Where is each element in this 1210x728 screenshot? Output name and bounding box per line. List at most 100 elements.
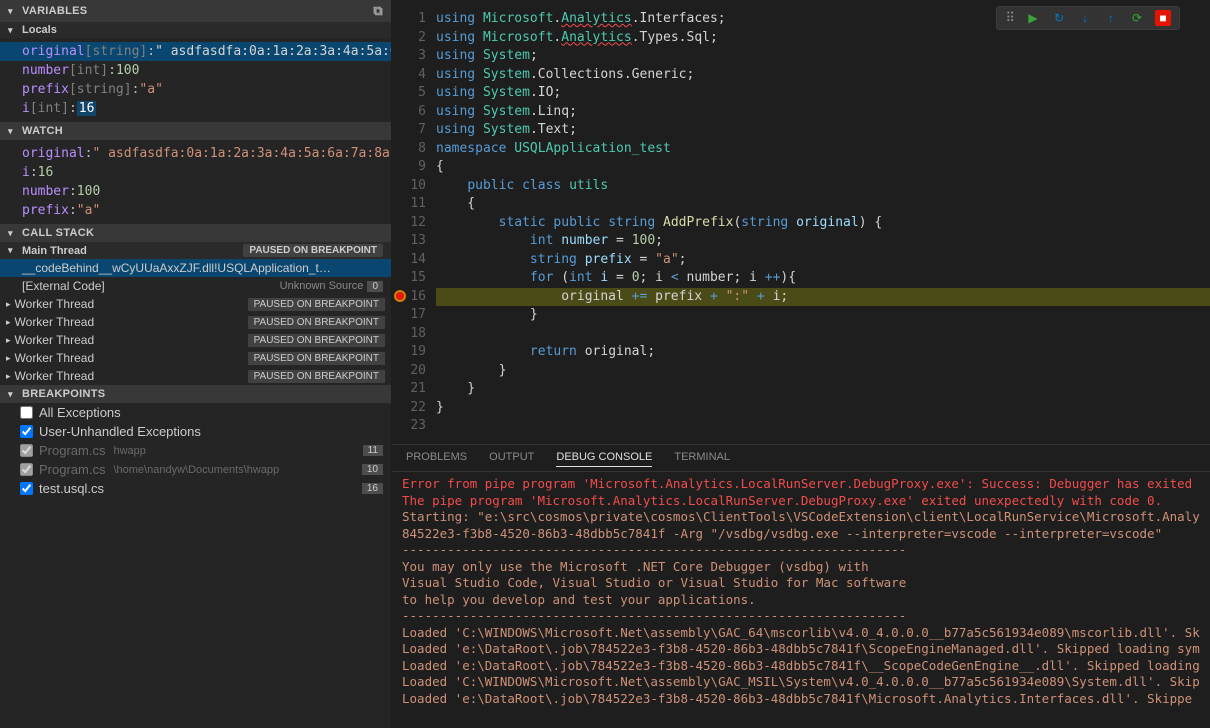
code-line[interactable]: using Microsoft.Analytics.Types.Sql; (436, 29, 1210, 48)
watch-row[interactable]: original: " asdfasdfa:0a:1a:2a:3a:4a:5a:… (0, 144, 391, 163)
drag-handle-icon[interactable]: ⠿ (1005, 10, 1015, 26)
continue-button[interactable]: ▶ (1025, 10, 1041, 26)
tab-debug-console[interactable]: DEBUG CONSOLE (556, 451, 652, 467)
code-line[interactable]: { (436, 158, 1210, 177)
stack-frame[interactable]: __codeBehind__wCyUUaAxxZJF.dll!USQLAppli… (0, 259, 391, 277)
console-line: You may only use the Microsoft .NET Core… (402, 559, 1200, 576)
code-line[interactable] (436, 417, 1210, 436)
variable-row[interactable]: prefix [string]: "a" (0, 80, 391, 99)
variables-header[interactable]: ▾ VARIABLES ⧉ (0, 0, 391, 22)
code-line[interactable]: static public string AddPrefix(string or… (436, 214, 1210, 233)
variable-row[interactable]: original [string]: " asdfasdfa:0a:1a:2a:… (0, 42, 391, 61)
stop-button[interactable]: ■ (1155, 10, 1171, 26)
breakpoints-list: All ExceptionsUser-Unhandled ExceptionsP… (0, 403, 391, 498)
code-line[interactable]: using System.IO; (436, 84, 1210, 103)
breakpoint-row[interactable]: Program.cs\home\nandyw\Documents\hwapp10 (0, 460, 391, 479)
code-line[interactable]: { (436, 195, 1210, 214)
code-line[interactable]: string prefix = "a"; (436, 251, 1210, 270)
worker-thread-row[interactable]: ▸Worker ThreadPAUSED ON BREAKPOINT (0, 367, 391, 385)
callstack-header[interactable]: ▾ CALL STACK (0, 224, 391, 242)
code-line[interactable]: original += prefix + ":" + i; (436, 288, 1210, 307)
console-line: Loaded 'e:\DataRoot\.job\784522e3-f3b8-4… (402, 691, 1200, 708)
tab-terminal[interactable]: TERMINAL (674, 451, 730, 467)
step-over-button[interactable]: ↻ (1051, 10, 1067, 26)
breakpoints-title: BREAKPOINTS (22, 388, 105, 400)
chevron-down-icon: ▾ (8, 25, 18, 36)
console-line: Starting: "e:\src\cosmos\private\cosmos\… (402, 509, 1200, 526)
thread-status: PAUSED ON BREAKPOINT (243, 244, 383, 257)
tab-output[interactable]: OUTPUT (489, 451, 534, 467)
main-thread-row[interactable]: ▾ Main Thread PAUSED ON BREAKPOINT (0, 242, 391, 259)
watch-row[interactable]: number: 100 (0, 182, 391, 201)
console-line: 84522e3-f3b8-4520-86b3-48dbb5c7841f -Arg… (402, 526, 1200, 543)
breakpoint-row[interactable]: test.usql.cs16 (0, 479, 391, 498)
breakpoint-row[interactable]: User-Unhandled Exceptions (0, 422, 391, 441)
code-line[interactable]: } (436, 399, 1210, 418)
code-line[interactable]: } (436, 306, 1210, 325)
worker-thread-row[interactable]: ▸Worker ThreadPAUSED ON BREAKPOINT (0, 349, 391, 367)
variable-row[interactable]: i [int]: 16 (0, 99, 391, 118)
code-line[interactable]: namespace USQLApplication_test (436, 140, 1210, 159)
chevron-down-icon: ▾ (8, 389, 18, 400)
watch-title: WATCH (22, 125, 63, 137)
stack-frame[interactable]: [External Code]Unknown Source0 (0, 277, 391, 295)
copy-icon[interactable]: ⧉ (373, 3, 383, 19)
code-line[interactable]: using System.Text; (436, 121, 1210, 140)
worker-thread-row[interactable]: ▸Worker ThreadPAUSED ON BREAKPOINT (0, 295, 391, 313)
code-line[interactable]: return original; (436, 343, 1210, 362)
breakpoint-checkbox[interactable] (20, 406, 33, 419)
code-line[interactable]: public class utils (436, 177, 1210, 196)
debug-console[interactable]: Error from pipe program 'Microsoft.Analy… (392, 472, 1210, 728)
locals-header[interactable]: ▾ Locals (0, 22, 391, 38)
variable-row[interactable]: number [int]: 100 (0, 61, 391, 80)
watch-header[interactable]: ▾ WATCH (0, 122, 391, 140)
step-out-button[interactable]: ↑ (1103, 10, 1119, 26)
thread-label: Main Thread (22, 245, 87, 257)
code-line[interactable]: using System.Collections.Generic; (436, 66, 1210, 85)
code-line[interactable] (436, 325, 1210, 344)
code-line[interactable]: } (436, 362, 1210, 381)
chevron-down-icon: ▾ (8, 228, 18, 239)
console-line: Loaded 'e:\DataRoot\.job\784522e3-f3b8-4… (402, 658, 1200, 675)
breakpoint-icon[interactable] (394, 290, 406, 302)
console-line: Loaded 'e:\DataRoot\.job\784522e3-f3b8-4… (402, 641, 1200, 658)
locals-title: Locals (22, 24, 57, 36)
stack-frames: __codeBehind__wCyUUaAxxZJF.dll!USQLAppli… (0, 259, 391, 295)
restart-button[interactable]: ⟳ (1129, 10, 1145, 26)
panel-tabs: PROBLEMS OUTPUT DEBUG CONSOLE TERMINAL (392, 445, 1210, 472)
breakpoint-row[interactable]: All Exceptions (0, 403, 391, 422)
breakpoint-checkbox[interactable] (20, 444, 33, 457)
breakpoint-checkbox[interactable] (20, 463, 33, 476)
breakpoint-checkbox[interactable] (20, 425, 33, 438)
code-line[interactable]: } (436, 380, 1210, 399)
code-line[interactable]: for (int i = 0; i < number; i ++){ (436, 269, 1210, 288)
worker-thread-row[interactable]: ▸Worker ThreadPAUSED ON BREAKPOINT (0, 313, 391, 331)
tab-problems[interactable]: PROBLEMS (406, 451, 467, 467)
worker-threads: ▸Worker ThreadPAUSED ON BREAKPOINT▸Worke… (0, 295, 391, 385)
console-line: ----------------------------------------… (402, 542, 1200, 559)
code-line[interactable]: using System.Linq; (436, 103, 1210, 122)
watch-row[interactable]: prefix: "a" (0, 201, 391, 220)
console-line: ----------------------------------------… (402, 608, 1200, 625)
bottom-panel: PROBLEMS OUTPUT DEBUG CONSOLE TERMINAL E… (392, 444, 1210, 728)
breakpoints-header[interactable]: ▾ BREAKPOINTS (0, 385, 391, 403)
worker-thread-row[interactable]: ▸Worker ThreadPAUSED ON BREAKPOINT (0, 331, 391, 349)
breakpoint-row[interactable]: Program.cshwapp11 (0, 441, 391, 460)
chevron-down-icon: ▾ (8, 245, 18, 256)
console-line: Loaded 'C:\WINDOWS\Microsoft.Net\assembl… (402, 674, 1200, 691)
chevron-down-icon: ▾ (8, 126, 18, 137)
console-line: Error from pipe program 'Microsoft.Analy… (402, 476, 1200, 493)
code-line[interactable]: int number = 100; (436, 232, 1210, 251)
console-line: Loaded 'C:\WINDOWS\Microsoft.Net\assembl… (402, 625, 1200, 642)
debug-toolbar[interactable]: ⠿ ▶ ↻ ↓ ↑ ⟳ ■ (996, 6, 1180, 30)
chevron-down-icon: ▾ (8, 6, 18, 17)
editor-gutter[interactable]: 1234567891011121314151617181920212223 (392, 0, 432, 444)
code-line[interactable]: using System; (436, 47, 1210, 66)
watch-row[interactable]: i: 16 (0, 163, 391, 182)
step-into-button[interactable]: ↓ (1077, 10, 1093, 26)
callstack-title: CALL STACK (22, 227, 94, 239)
editor-code[interactable]: using Microsoft.Analytics.Interfaces;usi… (432, 0, 1210, 444)
breakpoint-checkbox[interactable] (20, 482, 33, 495)
code-editor[interactable]: 1234567891011121314151617181920212223 us… (392, 0, 1210, 444)
console-line: Visual Studio Code, Visual Studio or Vis… (402, 575, 1200, 592)
